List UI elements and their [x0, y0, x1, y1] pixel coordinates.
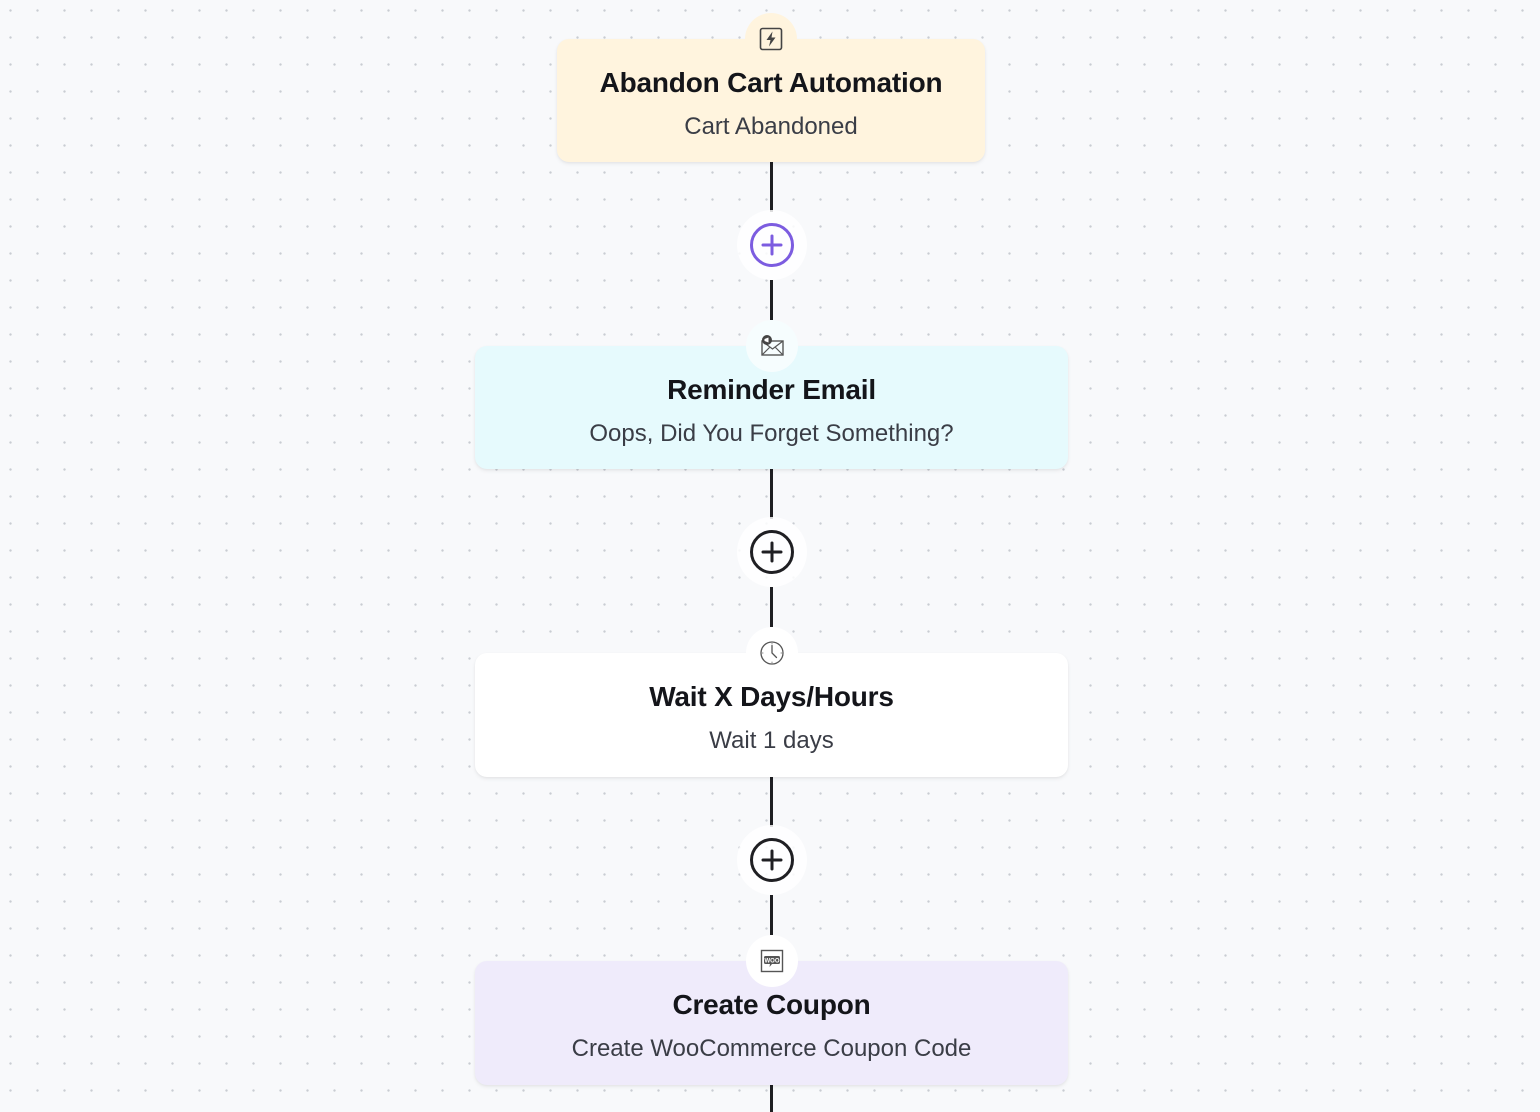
add-step-wrapper [737, 825, 807, 895]
connector-line [770, 587, 773, 627]
node-title: Reminder Email [667, 374, 876, 405]
woocommerce-icon: WOO [760, 949, 783, 973]
node-icon-badge: WOO [745, 935, 798, 987]
node-subtitle: Cart Abandoned [684, 113, 858, 140]
connector-line [770, 895, 773, 935]
node-subtitle: Wait 1 days [709, 727, 834, 754]
plus-icon [761, 234, 783, 256]
clock-icon [759, 641, 784, 665]
trigger-node[interactable]: Abandon Cart Automation Cart Abandoned [557, 13, 985, 162]
email-megaphone-icon [760, 335, 784, 356]
node-icon-badge [745, 627, 798, 679]
node-title: Abandon Cart Automation [599, 67, 943, 98]
add-step-button[interactable] [750, 223, 794, 267]
node-title: Wait X Days/Hours [649, 681, 894, 712]
workflow-canvas[interactable]: Abandon Cart Automation Cart Abandoned R… [0, 0, 1540, 1112]
wait-node[interactable]: Wait X Days/Hours Wait 1 days [475, 627, 1068, 777]
add-step-wrapper [737, 210, 807, 280]
node-icon-badge [745, 13, 797, 65]
create-coupon-node[interactable]: WOO Create Coupon Create WooCommerce Cou… [475, 935, 1068, 1085]
reminder-email-node[interactable]: Reminder Email Oops, Did You Forget Some… [475, 320, 1068, 469]
node-subtitle: Create WooCommerce Coupon Code [571, 1035, 972, 1062]
node-icon-badge [745, 320, 798, 372]
node-title: Create Coupon [672, 989, 871, 1020]
woo-logo-text: WOO [764, 959, 779, 965]
add-step-button[interactable] [750, 530, 794, 574]
plus-icon [761, 541, 783, 563]
node-subtitle: Oops, Did You Forget Something? [589, 420, 954, 447]
connector-line [770, 469, 773, 519]
lightning-bolt-icon [759, 27, 783, 51]
connector-line [770, 162, 773, 212]
connector-line [770, 777, 773, 827]
add-step-wrapper [737, 517, 807, 587]
plus-icon [761, 849, 783, 871]
connector-line [770, 1085, 773, 1112]
add-step-button[interactable] [750, 838, 794, 882]
connector-line [770, 280, 773, 320]
